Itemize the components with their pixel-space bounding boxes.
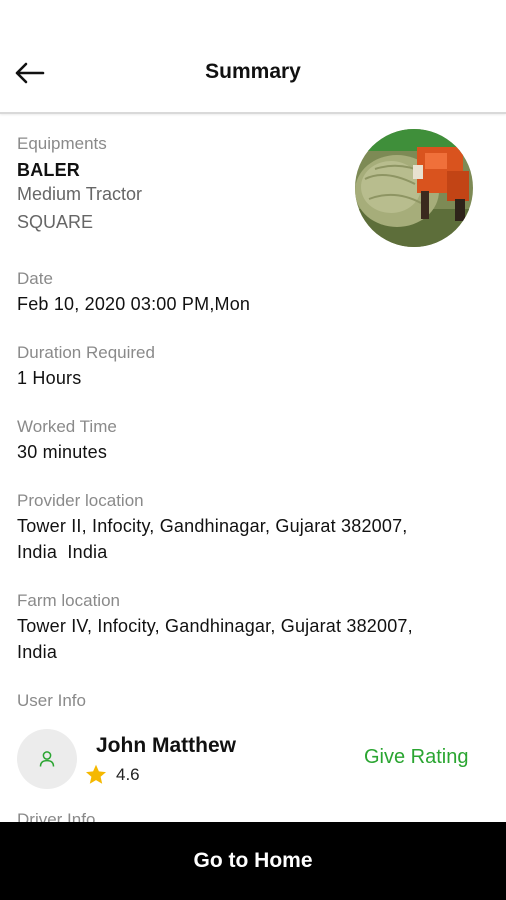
summary-content[interactable]: Equipments BALER Medium Tractor SQUARE D… [0, 116, 506, 822]
date-value: Feb 10, 2020 03:00 PM,Mon [17, 294, 251, 314]
provider-location-label: Provider location [17, 491, 144, 510]
page-title: Summary [205, 60, 301, 83]
provider-location-line1: Tower II, Infocity, Gandhinagar, Gujarat… [17, 516, 408, 536]
worked-time-label: Worked Time [17, 417, 117, 436]
driver-info-label: Driver Info [17, 810, 96, 822]
worked-time-value: 30 minutes [17, 442, 108, 462]
equipment-type: Medium Tractor [17, 184, 143, 204]
farm-location-line2: India [17, 642, 58, 662]
user-icon [39, 751, 55, 767]
equipment-shape: SQUARE [17, 212, 94, 232]
equipment-image [355, 129, 473, 247]
go-to-home-label: Go to Home [193, 849, 313, 872]
user-name: John Matthew [96, 734, 236, 757]
go-to-home-button[interactable]: Go to Home [0, 822, 506, 900]
duration-value: 1 Hours [17, 368, 82, 388]
farm-location-line1: Tower IV, Infocity, Gandhinagar, Gujarat… [17, 616, 413, 636]
duration-label: Duration Required [17, 343, 155, 362]
equipment-label: Equipments [17, 134, 107, 153]
user-rating: 4.6 [116, 765, 140, 784]
star-icon [86, 764, 106, 784]
date-label: Date [17, 269, 53, 288]
summary-screen: Summary Equipments BALER Medium Tractor … [0, 0, 506, 900]
provider-location-line2: India India [17, 542, 108, 562]
avatar [17, 729, 77, 789]
user-info-label: User Info [17, 691, 86, 710]
app-header: Summary [0, 0, 506, 114]
farm-location-label: Farm location [17, 591, 120, 610]
give-rating-button[interactable]: Give Rating [364, 746, 469, 769]
equipment-name: BALER [17, 160, 80, 180]
